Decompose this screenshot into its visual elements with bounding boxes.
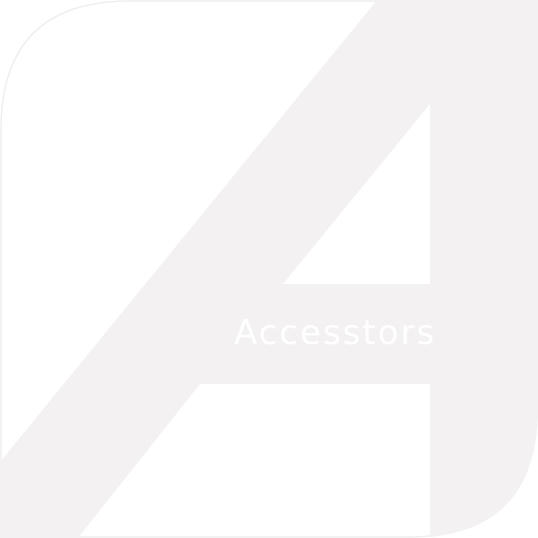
logo-wordmark: Accesstors [234, 313, 436, 353]
logo-letter-a-shape [0, 0, 538, 538]
logo-graphic: Accesstors [0, 0, 538, 538]
accesstors-logo: Accesstors [0, 0, 538, 538]
